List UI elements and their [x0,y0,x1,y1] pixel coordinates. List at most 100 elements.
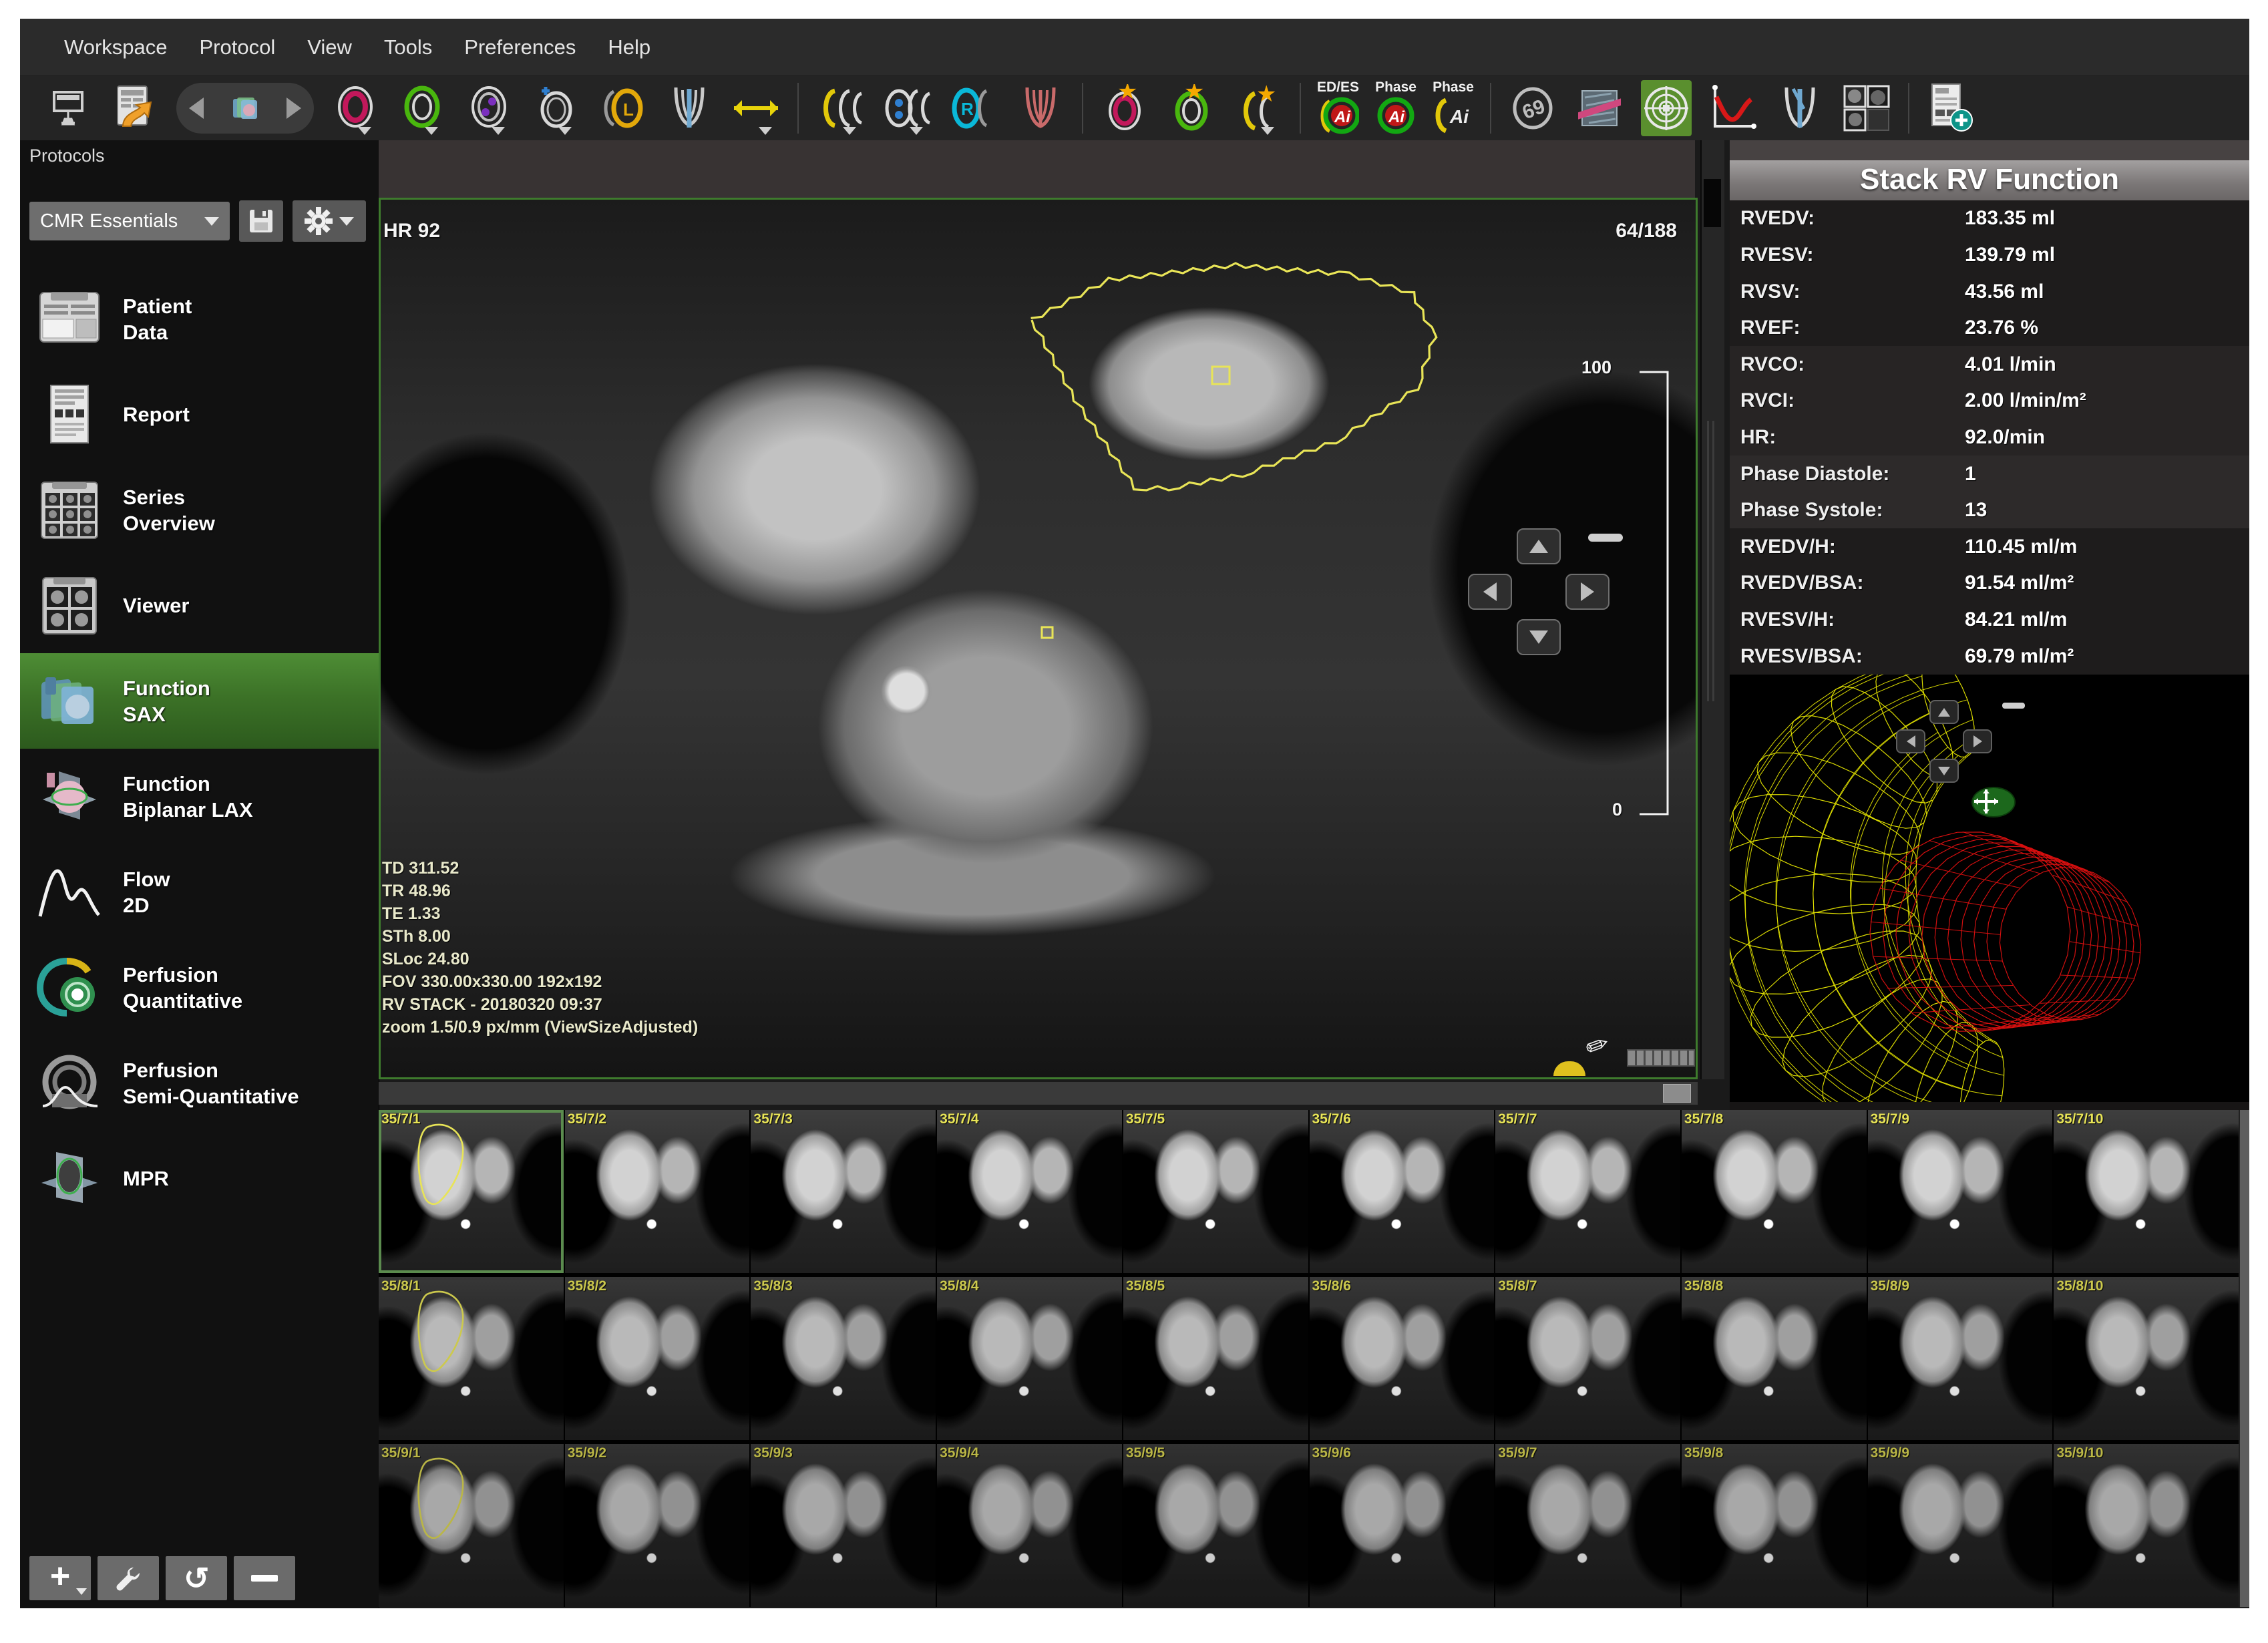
layout-2x2-button[interactable] [1841,80,1892,136]
sidebar-item-patient-data[interactable]: PatientData [20,271,379,367]
add-step-button[interactable]: + [29,1556,91,1600]
scrollbar-thumb[interactable] [1704,179,1721,227]
thumbnail-35-7-2[interactable]: 35/7/2 [565,1110,750,1273]
thumbnail-35-8-10[interactable]: 35/8/10 [2054,1277,2239,1440]
add-contour-button[interactable] [530,80,581,136]
scrollbar-handle[interactable] [1663,1084,1691,1103]
thumbnail-35-8-1[interactable]: 35/8/1 [379,1277,564,1440]
thumbnail-35-8-3[interactable]: 35/8/3 [751,1277,936,1440]
rv-outline-button[interactable] [1015,80,1066,136]
dropdown-caret-icon[interactable] [759,127,772,135]
ai-phase-yellow-button[interactable]: Phase Ai [1433,80,1474,136]
local-lv-button[interactable]: L [597,80,648,136]
thumbnail-35-7-10[interactable]: 35/7/10 [2054,1110,2239,1273]
auto-contour-yellow-button[interactable]: ★ [1233,80,1284,136]
thumbnail-35-7-1[interactable]: 35/7/1 [379,1110,564,1273]
thumbnail-35-7-7[interactable]: 35/7/7 [1495,1110,1680,1273]
thumbnail-35-9-6[interactable]: 35/9/6 [1310,1444,1495,1607]
dropdown-caret-icon[interactable] [358,127,371,135]
mesh-rotate-right-button[interactable] [1963,729,1992,753]
add-to-report-button[interactable] [1925,80,1976,136]
mesh-pan-button[interactable] [1971,787,2016,817]
remove-step-button[interactable] [234,1556,295,1600]
rv-insertion-button[interactable] [664,80,715,136]
sidebar-item-function-biplanar-lax[interactable]: FunctionBiplanar LAX [20,749,379,844]
menu-item-help[interactable]: Help [592,26,667,69]
dropdown-caret-icon[interactable] [558,127,572,135]
menu-item-preferences[interactable]: Preferences [448,26,592,69]
thumbnail-35-9-2[interactable]: 35/9/2 [565,1444,750,1607]
thumbnail-35-9-5[interactable]: 35/9/5 [1123,1444,1308,1607]
mri-image[interactable]: HR 92 64/188 100 0 TD 311.52TR 48.96TE 1… [381,200,1696,1077]
volume-curve-button[interactable] [1708,80,1758,136]
sidebar-item-mpr[interactable]: MPR [20,1131,379,1226]
layouts-button[interactable] [43,80,93,136]
thumbnail-35-8-5[interactable]: 35/8/5 [1123,1277,1308,1440]
epi-contour-green-button[interactable] [397,80,447,136]
thumbnail-35-7-5[interactable]: 35/7/5 [1123,1110,1308,1273]
zoom-out-button[interactable] [1588,534,1623,542]
protocol-prev-icon[interactable] [189,98,204,119]
menu-item-tools[interactable]: Tools [368,26,448,69]
copy-reference-button[interactable]: R [948,80,999,136]
mesh-rotate-up-button[interactable] [1929,700,1959,724]
sidebar-item-function-sax[interactable]: FunctionSAX [20,653,379,749]
dropdown-caret-icon[interactable] [910,127,923,135]
endo-contour-red-button[interactable] [330,80,381,136]
rv-analysis-button[interactable] [1774,80,1825,136]
thumbnail-35-7-8[interactable]: 35/7/8 [1682,1110,1867,1273]
thumbnail-35-9-1[interactable]: 35/9/1 [379,1444,564,1607]
sidebar-item-series-overview[interactable]: SeriesOverview [20,462,379,558]
copy-contours-points-button[interactable] [882,80,932,136]
stack-function-button[interactable] [1641,80,1692,136]
pan-down-button[interactable] [1517,619,1561,655]
slice-cut-button[interactable] [1574,80,1625,136]
protocol-next-icon[interactable] [287,98,301,119]
thumbnail-35-9-8[interactable]: 35/9/8 [1682,1444,1867,1607]
sidebar-item-perfusion-semi-quantitative[interactable]: PerfusionSemi-Quantitative [20,1035,379,1131]
save-protocol-button[interactable] [239,200,283,242]
ai-phase-green-button[interactable]: Phase Ai [1375,80,1416,136]
dropdown-caret-icon[interactable] [1261,127,1274,135]
sidebar-item-perfusion-quantitative[interactable]: PerfusionQuantitative [20,940,379,1035]
copy-contours-button[interactable] [815,80,866,136]
auto-contour-green-button[interactable]: ★ [1166,80,1217,136]
protocol-settings-button[interactable] [293,200,366,242]
thumbnail-35-9-4[interactable]: 35/9/4 [937,1444,1122,1607]
menu-item-protocol[interactable]: Protocol [184,26,292,69]
menu-item-view[interactable]: View [291,26,368,69]
thumbnail-35-8-2[interactable]: 35/8/2 [565,1277,750,1440]
thumbnail-35-7-3[interactable]: 35/7/3 [751,1110,936,1273]
dropdown-caret-icon[interactable] [425,127,438,135]
thumbnail-35-8-9[interactable]: 35/8/9 [1868,1277,2053,1440]
reset-step-button[interactable]: ↻ [166,1556,227,1600]
thumbnail-35-8-6[interactable]: 35/8/6 [1310,1277,1495,1440]
auto-contour-red-button[interactable]: ★ [1099,80,1150,136]
thumbnail-35-8-7[interactable]: 35/8/7 [1495,1277,1680,1440]
distance-measure-button[interactable] [731,80,781,136]
patient-browser-button[interactable] [110,80,160,136]
thumbnail-35-8-4[interactable]: 35/8/4 [937,1277,1122,1440]
thumbnail-35-7-4[interactable]: 35/7/4 [937,1110,1122,1273]
thumbnail-35-9-3[interactable]: 35/9/3 [751,1444,936,1607]
thumbnail-35-7-6[interactable]: 35/7/6 [1310,1110,1495,1273]
display-settings-button[interactable]: 69 [1507,80,1558,136]
pan-up-button[interactable] [1517,528,1561,564]
contour-points-button[interactable] [463,80,514,136]
thumbnail-35-9-7[interactable]: 35/9/7 [1495,1444,1680,1607]
sidebar-item-report[interactable]: Report [20,367,379,462]
sidebar-item-flow-2d[interactable]: Flow2D [20,844,379,940]
thumbnail-35-9-10[interactable]: 35/9/10 [2054,1444,2239,1607]
edit-step-button[interactable] [98,1556,159,1600]
viewer-vertical-scrollbar[interactable] [1700,140,1724,1079]
protocol-select[interactable]: CMR Essentials [29,202,230,240]
menu-item-workspace[interactable]: Workspace [48,26,184,69]
dropdown-caret-icon[interactable] [492,127,505,135]
mesh-zoom-out-button[interactable] [2002,703,2025,709]
mesh-rotate-left-button[interactable] [1896,729,1925,753]
thumbnail-35-7-9[interactable]: 35/7/9 [1868,1110,2053,1273]
dropdown-caret-icon[interactable] [843,127,856,135]
ai-ed-es-button[interactable]: ED/ES Ai [1317,80,1359,136]
mesh-3d-view[interactable] [1730,675,2249,1102]
thumbnail-35-9-9[interactable]: 35/9/9 [1868,1444,2053,1607]
